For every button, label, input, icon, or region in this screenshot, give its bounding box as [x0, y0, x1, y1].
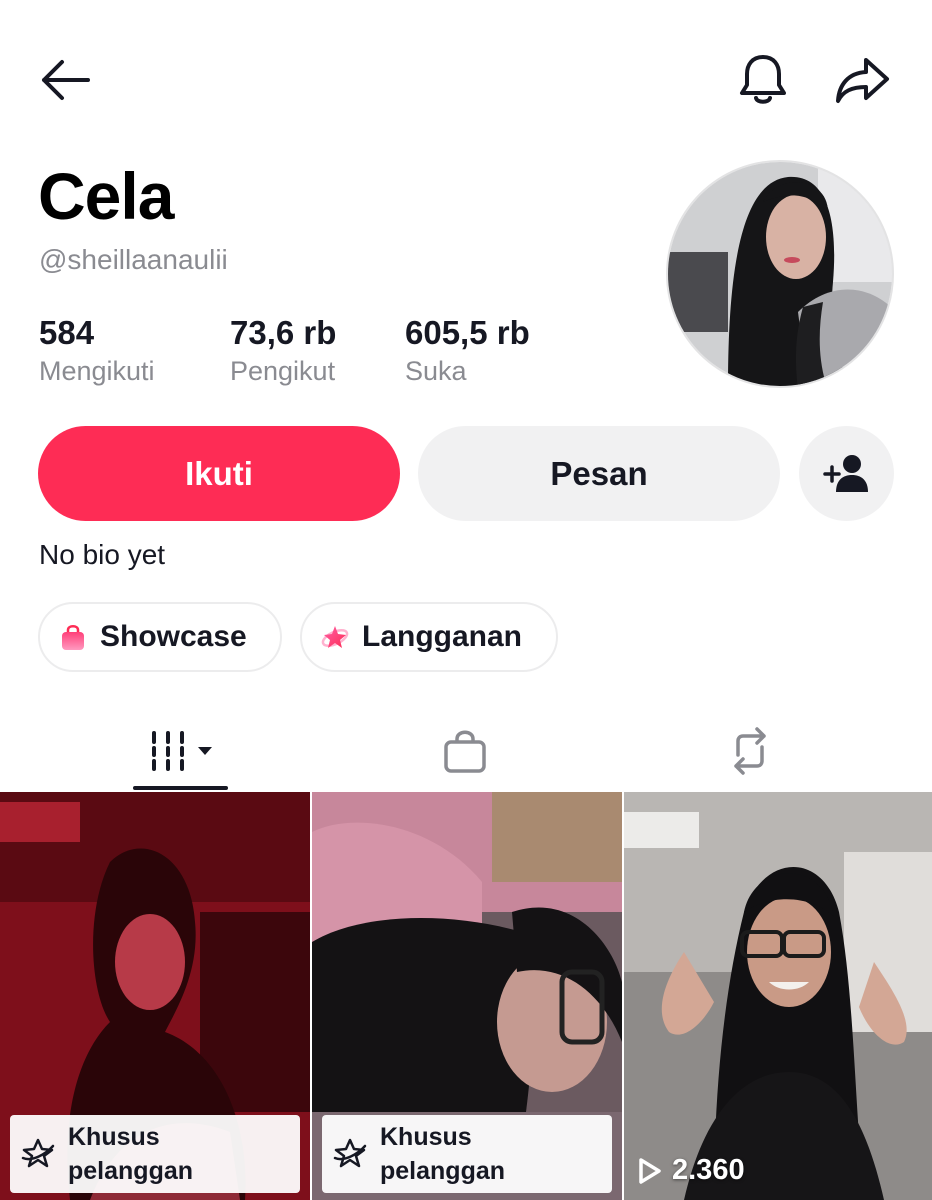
likes-label: Suka: [405, 356, 467, 386]
repost-icon: [734, 727, 766, 775]
followers-label: Pengikut: [230, 356, 336, 386]
following-label: Mengikuti: [39, 356, 155, 386]
back-button[interactable]: [34, 52, 94, 108]
showcase-label: Showcase: [100, 620, 247, 653]
subscriber-only-badge: Khusus pelanggan: [10, 1115, 300, 1193]
badge-line-2: pelanggan: [68, 1157, 194, 1185]
shopping-bag-icon: [58, 622, 88, 652]
active-tab-indicator: [133, 786, 228, 790]
bag-icon: [444, 730, 486, 773]
showcase-chip[interactable]: Showcase: [38, 602, 282, 672]
stat-followers[interactable]: 73,6 rb Pengikut: [230, 314, 336, 387]
follow-button[interactable]: Ikuti: [38, 426, 400, 521]
tab-showcase[interactable]: [430, 712, 500, 790]
display-name: Cela: [38, 159, 174, 233]
subscription-star-icon: [333, 1138, 367, 1168]
subscriber-only-badge: Khusus pelanggan: [322, 1115, 612, 1193]
bell-icon: [740, 55, 786, 104]
following-count: 584: [39, 314, 95, 351]
video-thumbnail[interactable]: 2.360: [624, 792, 932, 1200]
avatar[interactable]: [666, 160, 894, 388]
share-button[interactable]: [830, 50, 894, 110]
badge-line-1: Khusus: [380, 1123, 472, 1151]
thumbnail-image: [624, 792, 932, 1200]
badge-line-2: pelanggan: [380, 1157, 506, 1185]
tab-videos[interactable]: [130, 712, 230, 790]
subscription-star-icon: [21, 1138, 55, 1168]
video-thumbnail[interactable]: Khusus pelanggan: [312, 792, 622, 1200]
followers-count: 73,6 rb: [230, 314, 337, 351]
bio-text: No bio yet: [39, 539, 166, 570]
subscription-label: Langganan: [362, 620, 523, 653]
play-icon: [639, 1157, 661, 1184]
notification-button[interactable]: [732, 50, 794, 110]
stat-likes[interactable]: 605,5 rb Suka: [405, 314, 530, 387]
username: @sheillaanaulii: [39, 244, 228, 275]
likes-count: 605,5 rb: [405, 314, 530, 351]
subscription-chip[interactable]: Langganan: [300, 602, 558, 672]
view-count-value: 2.360: [672, 1154, 745, 1186]
badge-line-1: Khusus: [68, 1123, 160, 1151]
view-count: 2.360: [638, 1154, 745, 1187]
tab-reposts[interactable]: [715, 712, 785, 790]
stat-following[interactable]: 584 Mengikuti: [39, 314, 155, 387]
add-friend-button[interactable]: [799, 426, 894, 521]
share-arrow-icon: [836, 58, 889, 103]
add-user-icon: [822, 454, 868, 492]
subscription-star-icon: [320, 622, 350, 652]
video-thumbnail[interactable]: Khusus pelanggan: [0, 792, 310, 1200]
message-button[interactable]: Pesan: [418, 426, 780, 521]
profile-photo: [668, 162, 892, 386]
video-grid: Khusus pelanggan Khusus pelanggan 2.360: [0, 792, 932, 1200]
grid-dropdown-icon: [152, 731, 212, 771]
arrow-left-icon: [42, 60, 90, 100]
